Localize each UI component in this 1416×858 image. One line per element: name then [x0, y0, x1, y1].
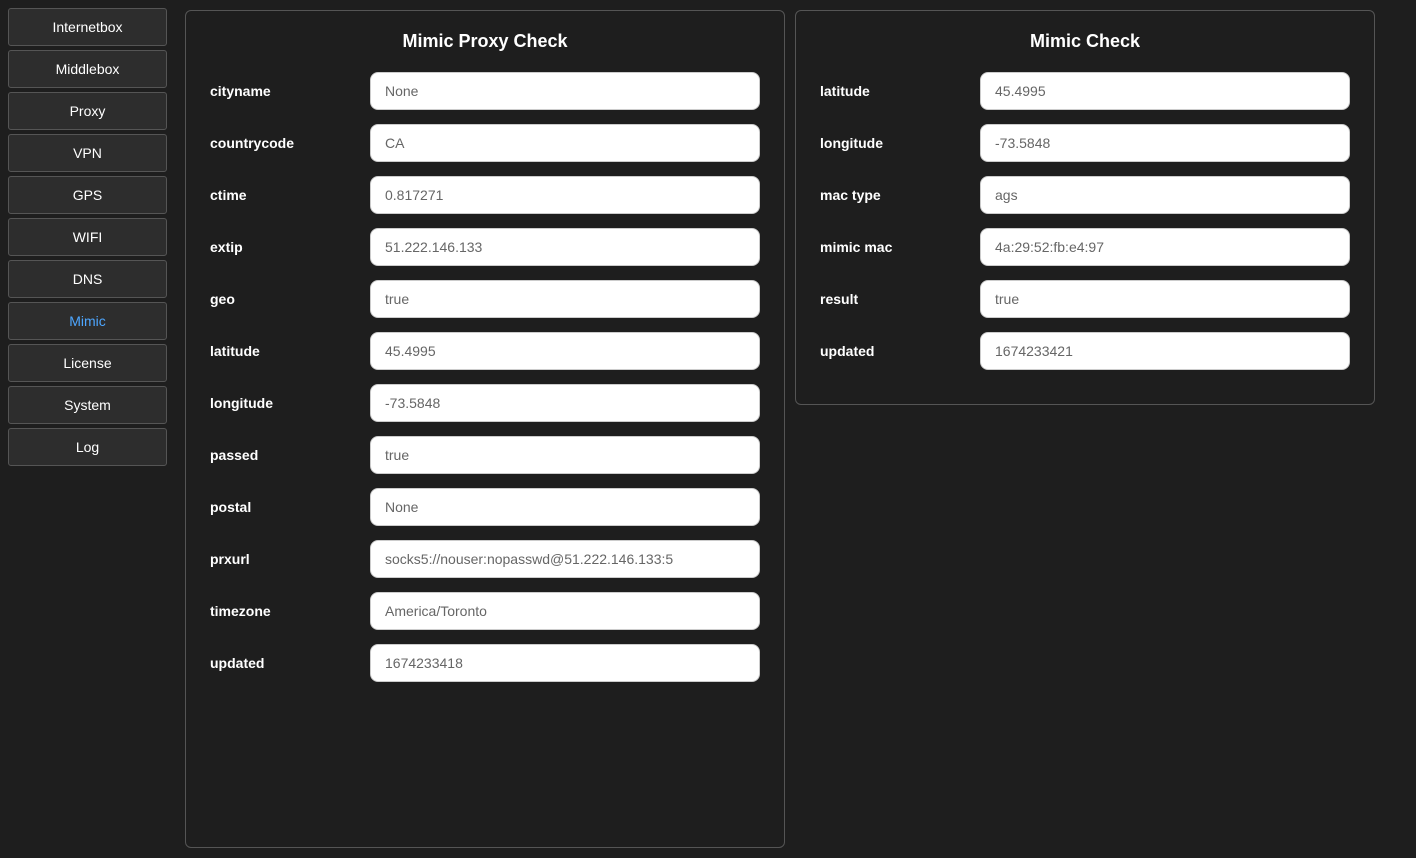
sidebar-item-log[interactable]: Log — [8, 428, 167, 466]
field-label: cityname — [210, 83, 370, 99]
sidebar-item-proxy[interactable]: Proxy — [8, 92, 167, 130]
field-value: -73.5848 — [980, 124, 1350, 162]
field-label: longitude — [210, 395, 370, 411]
sidebar-item-license[interactable]: License — [8, 344, 167, 382]
field-label: mac type — [820, 187, 980, 203]
field-label: geo — [210, 291, 370, 307]
field-label: latitude — [210, 343, 370, 359]
sidebar-item-internetbox[interactable]: Internetbox — [8, 8, 167, 46]
field-label: prxurl — [210, 551, 370, 567]
field-value: None — [370, 72, 760, 110]
field-row: mimic mac4a:29:52:fb:e4:97 — [820, 228, 1350, 266]
proxy-fields-container: citynameNonecountrycodeCActime0.817271ex… — [210, 72, 760, 682]
proxy-check-title: Mimic Proxy Check — [210, 31, 760, 52]
field-value: -73.5848 — [370, 384, 760, 422]
field-value: 51.222.146.133 — [370, 228, 760, 266]
field-label: longitude — [820, 135, 980, 151]
field-label: ctime — [210, 187, 370, 203]
field-value: 0.817271 — [370, 176, 760, 214]
sidebar-item-mimic[interactable]: Mimic — [8, 302, 167, 340]
field-value: true — [370, 280, 760, 318]
mimic-check-title: Mimic Check — [820, 31, 1350, 52]
main-content: Mimic Proxy Check citynameNonecountrycod… — [175, 0, 1416, 858]
field-label: postal — [210, 499, 370, 515]
field-value: socks5://nouser:nopasswd@51.222.146.133:… — [370, 540, 760, 578]
proxy-check-panel: Mimic Proxy Check citynameNonecountrycod… — [185, 10, 785, 848]
field-row: extip51.222.146.133 — [210, 228, 760, 266]
field-row: countrycodeCA — [210, 124, 760, 162]
sidebar-item-middlebox[interactable]: Middlebox — [8, 50, 167, 88]
field-row: citynameNone — [210, 72, 760, 110]
sidebar: Internetbox Middlebox Proxy VPN GPS WIFI DNS Mi… — [0, 0, 175, 858]
field-value: America/Toronto — [370, 592, 760, 630]
field-value: true — [370, 436, 760, 474]
field-label: result — [820, 291, 980, 307]
field-row: updated1674233421 — [820, 332, 1350, 370]
field-row: ctime0.817271 — [210, 176, 760, 214]
sidebar-item-dns[interactable]: DNS — [8, 260, 167, 298]
field-label: mimic mac — [820, 239, 980, 255]
mimic-fields-container: latitude45.4995 longitude-73.5848 mac type… — [820, 72, 1350, 370]
field-value: CA — [370, 124, 760, 162]
field-label: updated — [210, 655, 370, 671]
field-row: longitude-73.5848 — [210, 384, 760, 422]
mimic-check-panel: Mimic Check latitude45.4995 longitude-73.… — [795, 10, 1375, 405]
field-label: timezone — [210, 603, 370, 619]
field-row: prxurlsocks5://nouser:nopasswd@51.222.14… — [210, 540, 760, 578]
field-row: updated1674233418 — [210, 644, 760, 682]
sidebar-item-wifi[interactable]: WIFI — [8, 218, 167, 256]
field-row: mac typeags — [820, 176, 1350, 214]
field-row: timezoneAmerica/Toronto — [210, 592, 760, 630]
field-row: geotrue — [210, 280, 760, 318]
field-value: true — [980, 280, 1350, 318]
sidebar-item-gps[interactable]: GPS — [8, 176, 167, 214]
field-label: updated — [820, 343, 980, 359]
sidebar-item-vpn[interactable]: VPN — [8, 134, 167, 172]
field-label: countrycode — [210, 135, 370, 151]
field-label: extip — [210, 239, 370, 255]
field-value: None — [370, 488, 760, 526]
field-value: 1674233421 — [980, 332, 1350, 370]
field-value: ags — [980, 176, 1350, 214]
field-row: latitude45.4995 — [210, 332, 760, 370]
field-row: postalNone — [210, 488, 760, 526]
field-row: passedtrue — [210, 436, 760, 474]
field-value: 45.4995 — [980, 72, 1350, 110]
field-row: longitude-73.5848 — [820, 124, 1350, 162]
field-value: 4a:29:52:fb:e4:97 — [980, 228, 1350, 266]
field-label: latitude — [820, 83, 980, 99]
sidebar-item-system[interactable]: System — [8, 386, 167, 424]
field-row: resulttrue — [820, 280, 1350, 318]
field-label: passed — [210, 447, 370, 463]
field-value: 1674233418 — [370, 644, 760, 682]
field-row: latitude45.4995 — [820, 72, 1350, 110]
field-value: 45.4995 — [370, 332, 760, 370]
